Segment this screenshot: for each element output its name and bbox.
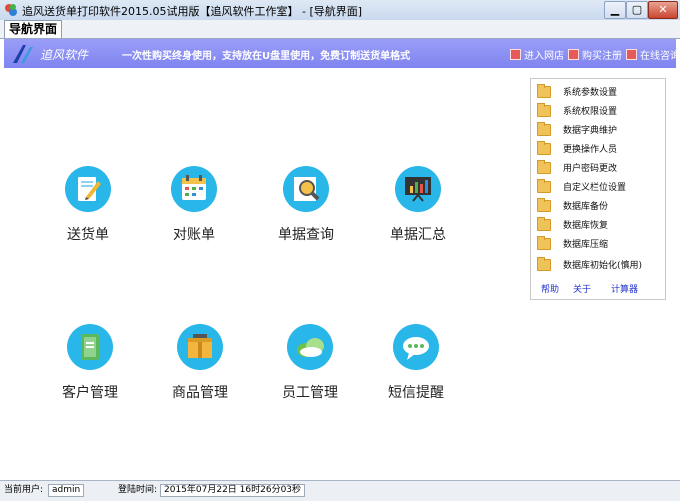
menu-item-db-initialize[interactable]: 数据库初始化(慎用)	[537, 256, 659, 272]
menu-item-system-permissions[interactable]: 系统权限设置	[537, 102, 659, 118]
folder-icon	[537, 103, 551, 117]
package-box-icon	[177, 324, 223, 370]
module-product-management[interactable]: 商品管理	[150, 324, 250, 402]
module-label: 员工管理	[282, 385, 338, 401]
menu-item-switch-operator[interactable]: 更换操作人员	[537, 140, 659, 156]
menu-item-label: 系统参数设置	[563, 88, 618, 98]
app-logo-icon	[5, 4, 17, 16]
brand-name: 追风软件	[40, 48, 89, 62]
folder-icon	[537, 217, 551, 231]
module-label: 短信提醒	[388, 385, 444, 401]
menu-item-label: 系统权限设置	[563, 107, 618, 117]
settings-menu-panel: 系统参数设置 系统权限设置 数据字典维护 更换操作人员 用户密码更改 自定义栏位…	[530, 78, 666, 300]
shop-link-label: 进入网店	[524, 51, 564, 62]
folder-icon	[537, 257, 551, 271]
header-banner: 追风软件 一次性购买终身使用，支持放在U盘里使用，免费订制送货单格式 进入网店 …	[4, 39, 680, 68]
menu-item-label: 更换操作人员	[563, 145, 618, 155]
pencil-note-icon	[65, 166, 111, 212]
current-user-box: admin	[48, 484, 85, 497]
banner-slogan: 一次性购买终身使用，支持放在U盘里使用，免费订制送货单格式	[122, 51, 411, 62]
module-delivery-note[interactable]: 送货单	[38, 166, 138, 244]
help-link[interactable]: 帮助	[541, 282, 559, 295]
menu-item-custom-fields[interactable]: 自定义栏位设置	[537, 178, 659, 194]
register-icon	[568, 49, 579, 60]
module-label: 客户管理	[62, 385, 118, 401]
online-consult-link[interactable]: 在线咨询	[626, 47, 680, 62]
module-label: 商品管理	[172, 385, 228, 401]
chat-icon	[626, 49, 637, 60]
menu-item-label: 数据库压缩	[563, 240, 609, 250]
maximize-button[interactable]: ▢	[626, 1, 648, 19]
register-link[interactable]: 购买注册	[568, 47, 622, 62]
folder-icon	[537, 236, 551, 250]
login-time-value: 2015年07月22日 16时26分03秒	[160, 484, 306, 497]
menu-item-label: 数据字典维护	[563, 126, 618, 136]
calendar-icon	[171, 166, 217, 212]
menu-item-label: 数据库初始化(慎用)	[563, 261, 643, 271]
status-bar: 当前用户: admin 登陆时间: 2015年07月22日 16时26分03秒	[0, 480, 680, 501]
shop-icon	[510, 49, 521, 60]
folder-icon	[537, 179, 551, 193]
login-time-box: 2015年07月22日 16时26分03秒	[160, 484, 306, 497]
tab-navigation[interactable]: 导航界面	[4, 20, 63, 38]
shop-link[interactable]: 进入网店	[510, 47, 564, 62]
address-book-icon	[67, 324, 113, 370]
folder-icon	[537, 141, 551, 155]
menu-item-db-backup[interactable]: 数据库备份	[537, 197, 659, 213]
folder-icon	[537, 160, 551, 174]
register-link-label: 购买注册	[582, 51, 622, 62]
window-titlebar: 追风送货单打印软件2015.05试用版【追风软件工作室】 - [导航界面] ▁ …	[0, 0, 680, 21]
menu-item-label: 数据库恢复	[563, 221, 609, 231]
current-user-label: 当前用户:	[4, 485, 44, 495]
current-user-value: admin	[48, 484, 85, 497]
module-sms-reminder[interactable]: 短信提醒	[366, 324, 466, 402]
menu-item-label: 用户密码更改	[563, 164, 618, 174]
folder-icon	[537, 122, 551, 136]
magnifier-icon	[283, 166, 329, 212]
online-consult-link-label: 在线咨询	[640, 51, 680, 62]
cloud-icon	[287, 324, 333, 370]
calculator-link[interactable]: 计算器	[611, 282, 638, 295]
menu-item-system-params[interactable]: 系统参数设置	[537, 83, 659, 99]
menu-item-change-password[interactable]: 用户密码更改	[537, 159, 659, 175]
message-bubble-icon	[393, 324, 439, 370]
brand-logo-icon	[13, 45, 33, 63]
module-label: 单据汇总	[390, 227, 446, 243]
presentation-chart-icon	[395, 166, 441, 212]
menu-item-data-dictionary[interactable]: 数据字典维护	[537, 121, 659, 137]
folder-icon	[537, 84, 551, 98]
menu-item-db-compress[interactable]: 数据库压缩	[537, 235, 659, 251]
module-label: 单据查询	[278, 227, 334, 243]
menu-item-label: 自定义栏位设置	[563, 183, 627, 193]
window-title: 追风送货单打印软件2015.05试用版【追风软件工作室】 - [导航界面]	[22, 5, 363, 18]
module-customer-management[interactable]: 客户管理	[40, 324, 140, 402]
tab-strip: 导航界面	[0, 20, 680, 39]
module-document-query[interactable]: 单据查询	[256, 166, 356, 244]
close-button[interactable]: ✕	[648, 1, 678, 19]
module-document-summary[interactable]: 单据汇总	[368, 166, 468, 244]
module-staff-management[interactable]: 员工管理	[260, 324, 360, 402]
module-label: 送货单	[67, 227, 109, 243]
minimize-button[interactable]: ▁	[604, 1, 626, 19]
module-label: 对账单	[173, 227, 215, 243]
folder-icon	[537, 198, 551, 212]
login-time-label: 登陆时间:	[118, 485, 158, 495]
about-link[interactable]: 关于	[573, 282, 591, 295]
module-statement[interactable]: 对账单	[144, 166, 244, 244]
menu-item-db-restore[interactable]: 数据库恢复	[537, 216, 659, 232]
menu-item-label: 数据库备份	[563, 202, 609, 212]
